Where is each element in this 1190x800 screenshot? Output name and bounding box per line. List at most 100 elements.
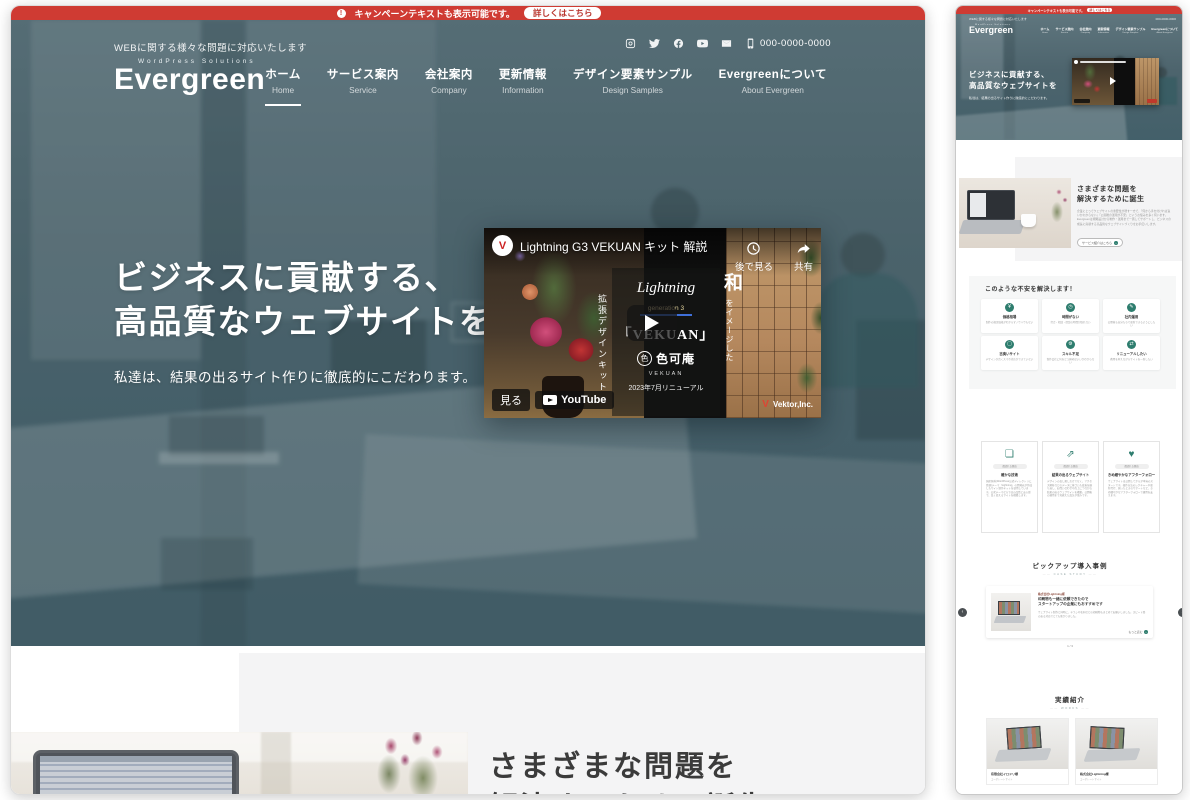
work-image: [987, 719, 1068, 769]
worry-card[interactable]: ⚙スキル不足制作会社に何をどう頼めばいいかわからない: [1042, 336, 1099, 370]
problem-heading-line2: 解決するために誕生: [489, 784, 768, 795]
play-icon: [645, 315, 659, 331]
work-card[interactable]: 株式会社Lightning様 コーポレートサイト: [1075, 718, 1158, 785]
document-icon: ❏: [982, 449, 1037, 460]
mini-site-logo[interactable]: WordPress Solutions Evergreen: [969, 24, 1013, 35]
watch-on-youtube-button[interactable]: 見る: [492, 389, 530, 411]
carousel-pagination: 1 / 3: [956, 644, 1183, 648]
play-button[interactable]: [627, 305, 677, 341]
mini-problem-body: 企業にとってウェブサイトの重要性が増す一方で、「何から手を付ければ良いかわからな…: [1077, 209, 1171, 226]
info-icon: !: [337, 9, 346, 18]
thumbnail-center-panel: Lightning generation 3 「VEKUAN」 色 色可庵 VE…: [612, 268, 720, 416]
reason-badge: 選ばれる理由: [1115, 464, 1149, 469]
mini-hero-section: WEBに関する様々な問題に対応いたします 000-0000-0000 WordP…: [956, 14, 1183, 140]
mini-campaign-button: 詳しくはこちら: [1087, 8, 1112, 12]
work-card[interactable]: 有限会社イロドリ様 コーポレートサイト: [986, 718, 1069, 785]
mini-play-icon: [1110, 77, 1116, 85]
mini-reasons-section: ❏ 選ばれる理由 確かな技術 国産無料(WordPress公式ディレクトリに登録…: [956, 401, 1183, 546]
facebook-icon[interactable]: [673, 38, 684, 49]
share-button[interactable]: 共有: [794, 241, 813, 273]
carousel-prev-button[interactable]: ‹: [958, 608, 967, 617]
mini-problem-section: さまざまな問題を 解決するために誕生 企業にとってウェブサイトの重要性が増す一方…: [956, 140, 1183, 272]
reason-card[interactable]: ❏ 選ばれる理由 確かな技術 国産無料(WordPress公式ディレクトリに登録…: [981, 441, 1038, 533]
mini-channel-avatar: [1074, 60, 1078, 64]
vekuan-logo-icon: 色: [637, 351, 652, 366]
case-body: ウェブサイト制作と同時に、チラシや名刺などの印刷物もまとめてお願いしました。スピ…: [1038, 611, 1146, 618]
mini-nav-item[interactable]: EvergreenについてAbout Evergreen: [1151, 27, 1178, 34]
page-thumbnail-preview[interactable]: キャンペーンテキストも表示可能です。 詳しくはこちら WEBに関する様々な問題に…: [955, 5, 1183, 795]
instagram-icon[interactable]: [625, 38, 636, 49]
nav-item-about[interactable]: EvergreenについてAbout Evergreen: [719, 66, 827, 106]
mini-nav-item[interactable]: サービス案内Service: [1055, 27, 1073, 34]
video-title[interactable]: Lightning G3 VEKUAN キット 解説: [520, 238, 707, 255]
thumbnail-vertical-kit-text: 拡張デザインキット: [596, 294, 609, 393]
case-client-name: 株式会社Lightning様: [1038, 592, 1065, 596]
case-study-heading: ピックアップ導入事例: [956, 560, 1183, 570]
mini-nav-item[interactable]: ホームHome: [1041, 27, 1050, 34]
carousel-next-button[interactable]: ›: [1178, 608, 1183, 617]
mini-worries-section: このような不安を解決します！ ¥価格相場制作の適正価格がわからずノウハウもない …: [956, 272, 1183, 396]
mini-phone-number: 000-0000-0000: [1156, 17, 1176, 21]
mini-nav-item[interactable]: デザイン要素サンプルDesign Samples: [1115, 27, 1145, 34]
campaign-detail-button[interactable]: 詳しくはこちら: [524, 7, 602, 19]
reason-card[interactable]: ♥ 選ばれる理由 きめ細やかなアフターフォロー ウェブサイトは公開してからが本当…: [1103, 441, 1160, 533]
mini-campaign-text: キャンペーンテキストも表示可能です。: [1028, 8, 1085, 13]
refresh-icon: ⇄: [1127, 340, 1136, 349]
mini-video-player[interactable]: [1072, 58, 1159, 105]
support-icon: ♥: [1104, 449, 1159, 460]
nav-item-design-samples[interactable]: デザイン要素サンプルDesign Samples: [573, 66, 693, 106]
nav-item-company[interactable]: 会社案内Company: [425, 66, 473, 106]
works-subheading: WORKS: [956, 706, 1183, 710]
main-page-screenshot: ! キャンペーンテキストも表示可能です。 詳しくはこちら WEBに関する様々: [10, 5, 926, 795]
reason-card[interactable]: ⇗ 選ばれる理由 結果の出るウェブサイト デザインの良し悪しだけでなく、アクセス…: [1042, 441, 1099, 533]
mini-utility-message: WEBに関する様々な問題に対応いたします: [969, 17, 1027, 21]
chart-icon: ⇗: [1043, 449, 1098, 460]
campaign-text: キャンペーンテキストも表示可能です。: [355, 7, 515, 20]
worry-card[interactable]: ▢古臭いサイトデザインが古くスマホ対応ができていない: [981, 336, 1038, 370]
worry-card[interactable]: ◷時間がない打合・相談・提案の時間が取れない: [1042, 299, 1099, 333]
worry-card[interactable]: ✎社内運用公開後も自分たちで更新できるようにしたい: [1103, 299, 1160, 333]
clock-icon: ◷: [1066, 303, 1075, 312]
yen-icon: ¥: [1005, 303, 1014, 312]
worry-card[interactable]: ¥価格相場制作の適正価格がわからずノウハウもない: [981, 299, 1038, 333]
clock-icon: [746, 241, 761, 256]
tulip-bouquet-decoration: [341, 732, 468, 795]
gear-icon: ⚙: [1066, 340, 1075, 349]
twitter-icon[interactable]: [649, 38, 660, 49]
mini-problem-heading: さまざまな問題を 解決するために誕生: [1077, 185, 1145, 205]
site-logo[interactable]: WordPress Solutions Evergreen: [114, 58, 265, 95]
laptop-decoration: [33, 750, 239, 795]
mini-works-section: 実績紹介 WORKS 有限会社イロドリ様 コーポレートサイト 株式会社Light…: [956, 656, 1183, 795]
mini-service-button[interactable]: サービス紹介はこちら›: [1077, 238, 1123, 247]
mini-nav-item[interactable]: 更新情報Information: [1097, 27, 1109, 34]
worry-card[interactable]: ⇄リニューアルしたい費用を抑えながらサイトを一新したい: [1103, 336, 1160, 370]
hero-copy: ビジネスに貢献する、 高品質なウェブサイトを 私達は、結果の出るサイト作りに徹底…: [114, 256, 494, 386]
edit-icon: ✎: [1127, 303, 1136, 312]
thumbnail-renewal-text: 2023年7月リニューアル: [612, 383, 720, 393]
watch-later-button[interactable]: 後で見る: [735, 241, 773, 273]
mini-nav-item[interactable]: 会社案内Company: [1079, 27, 1091, 34]
phone-number: 000-0000-0000: [760, 38, 831, 49]
mini-arrow-icon: ›: [1114, 241, 1118, 245]
mini-worries-heading: このような不安を解決します！: [985, 284, 1076, 293]
nav-item-home[interactable]: ホームHome: [265, 66, 301, 106]
youtube-logo[interactable]: YouTube: [535, 391, 614, 409]
thumbnail-brand-text: Lightning: [612, 280, 720, 297]
mail-icon[interactable]: [721, 38, 732, 49]
youtube-icon[interactable]: [697, 38, 708, 49]
youtube-video-player[interactable]: 拡張デザインキット Lightning generation 3 「VEKUAN…: [484, 228, 821, 418]
case-more-link[interactable]: もっと読む›: [1129, 630, 1149, 634]
reason-badge: 選ばれる理由: [993, 464, 1027, 469]
vekuan-logo-name: 色可庵: [656, 350, 695, 367]
phone-link[interactable]: 000-0000-0000: [745, 38, 831, 49]
case-study-subheading: CASE STUDY: [956, 572, 1183, 576]
channel-avatar[interactable]: V: [492, 235, 513, 256]
monitor-icon: ▢: [1005, 340, 1014, 349]
problem-section-photo: [11, 732, 468, 795]
nav-item-information[interactable]: 更新情報Information: [499, 66, 547, 106]
nav-item-service[interactable]: サービス案内Service: [327, 66, 399, 106]
works-heading: 実績紹介: [956, 694, 1183, 704]
logo-name: Evergreen: [114, 65, 265, 95]
case-study-card[interactable]: 株式会社Lightning様 印刷物も一緒に依頼できたので スタートアップの企業…: [986, 586, 1153, 638]
mini-video-title-bar: [1080, 61, 1126, 63]
